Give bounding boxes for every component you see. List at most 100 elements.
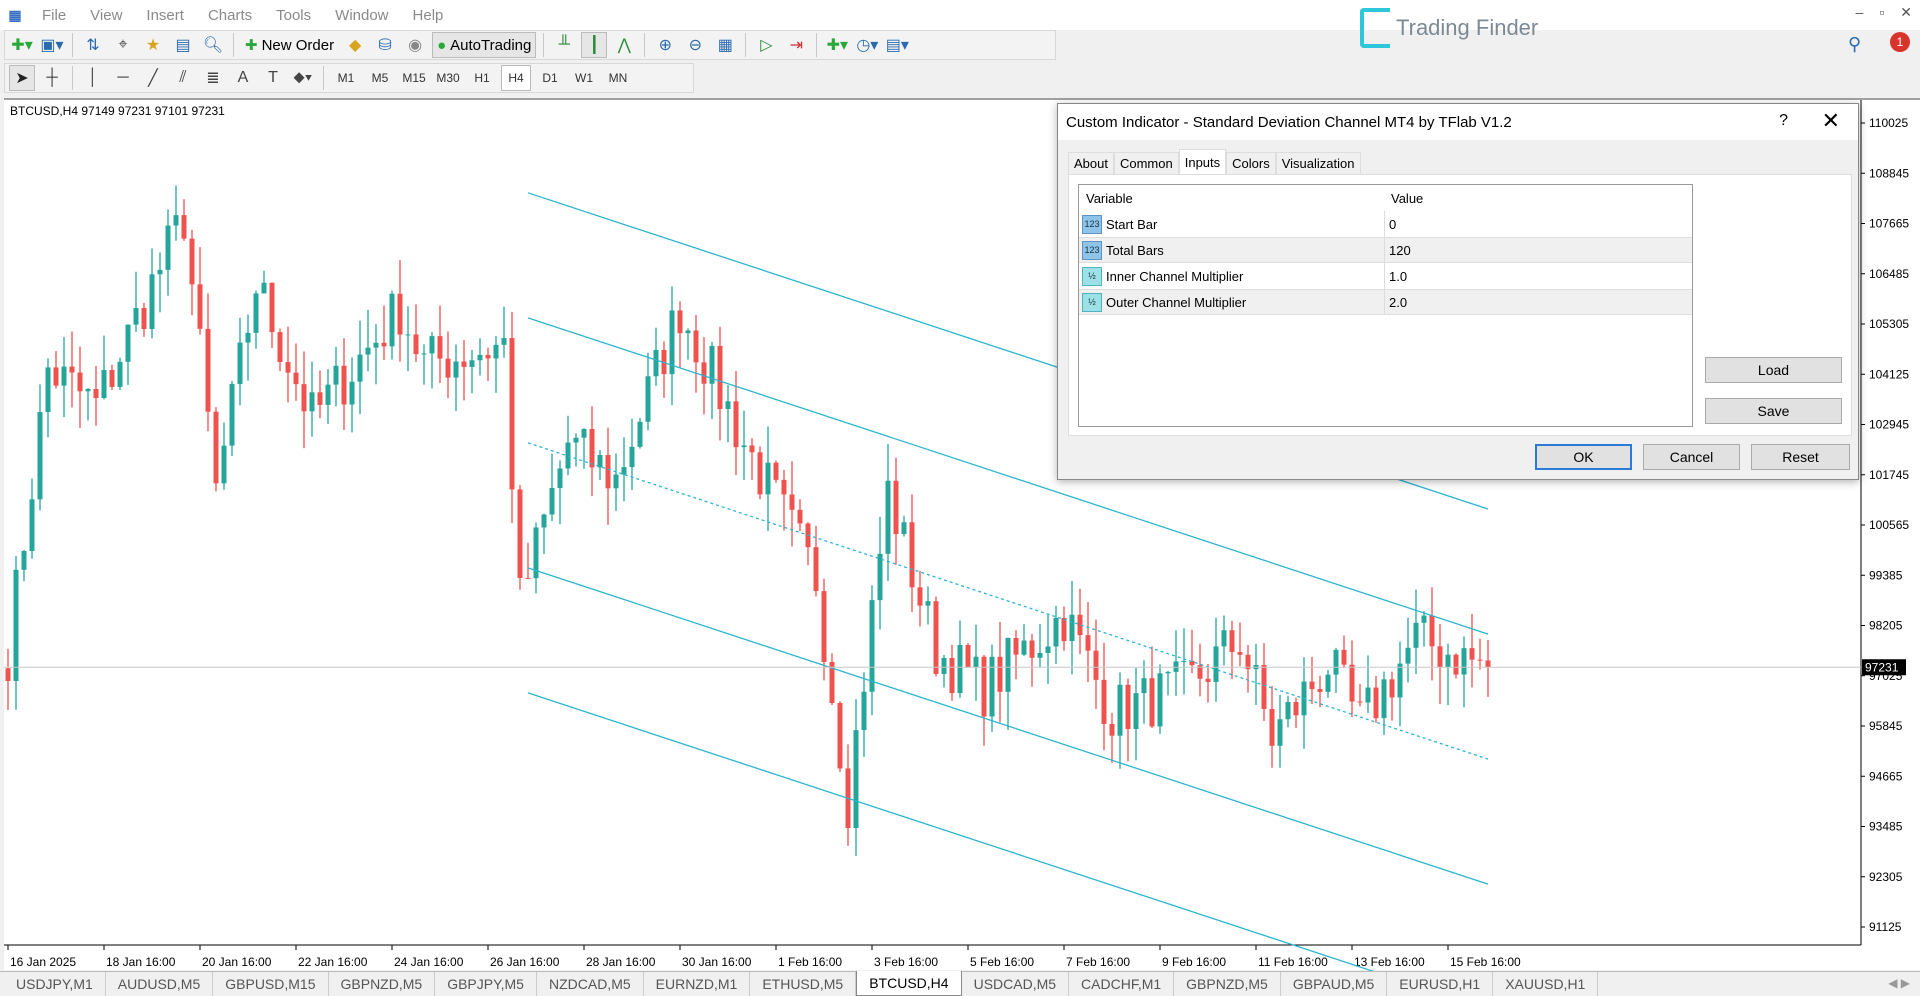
timeframe-m5[interactable]: M5	[365, 65, 395, 91]
timeframe-m30[interactable]: M30	[433, 65, 463, 91]
candle-body	[1486, 660, 1491, 667]
menu-tools[interactable]: Tools	[264, 7, 323, 24]
fibonacci-icon[interactable]: ≣	[200, 65, 226, 91]
reset-button[interactable]: Reset	[1751, 444, 1850, 470]
parameter-row[interactable]: 123Total Bars120	[1079, 237, 1692, 263]
tab-visualization[interactable]: Visualization	[1276, 152, 1361, 174]
equidistant-channel-icon[interactable]: ⫽	[170, 65, 196, 91]
candle-body	[982, 657, 987, 717]
data-window-icon[interactable]: ⌖	[110, 32, 136, 58]
profiles-icon[interactable]: ▣▾	[39, 32, 65, 58]
symbol-tab[interactable]: GBPNZD,M5	[1174, 972, 1281, 996]
candle-body	[1310, 682, 1315, 690]
symbol-tab[interactable]: EURNZD,M1	[644, 972, 751, 996]
candle-body	[1030, 641, 1035, 658]
timeframe-d1[interactable]: D1	[535, 65, 565, 91]
parameter-row[interactable]: ½Inner Channel Multiplier1.0	[1079, 263, 1692, 289]
parameter-value[interactable]: 0	[1385, 217, 1396, 232]
market-watch-icon[interactable]: ⇅	[80, 32, 106, 58]
menu-charts[interactable]: Charts	[196, 7, 264, 24]
close-button[interactable]: ✕	[1822, 108, 1840, 134]
ok-button[interactable]: OK	[1535, 444, 1632, 470]
parameter-row[interactable]: 123Start Bar0	[1079, 211, 1692, 237]
symbol-tab[interactable]: NZDCAD,M5	[537, 972, 644, 996]
navigator-icon[interactable]: ★	[140, 32, 166, 58]
timeframe-w1[interactable]: W1	[569, 65, 599, 91]
candle-body	[974, 657, 979, 668]
candlestick-icon[interactable]: ┃	[581, 32, 607, 58]
symbol-tab[interactable]: USDJPY,M1	[4, 972, 106, 996]
help-button[interactable]: ?	[1779, 112, 1788, 130]
arrows-icon[interactable]: ⬥▾	[290, 65, 316, 91]
bar-chart-icon[interactable]: ╨	[551, 32, 577, 58]
notification-badge[interactable]: 1	[1890, 32, 1910, 52]
tab-common[interactable]: Common	[1114, 152, 1179, 174]
menu-window[interactable]: Window	[323, 7, 400, 24]
community-icon[interactable]: ⛁	[372, 32, 398, 58]
symbol-tab[interactable]: CADCHF,M1	[1069, 972, 1174, 996]
metaeditor-icon[interactable]: ◆	[342, 32, 368, 58]
crosshair-icon[interactable]: ┼	[39, 65, 65, 91]
templates-icon[interactable]: ▤▾	[884, 32, 910, 58]
candle-body	[294, 373, 299, 384]
symbol-tab[interactable]: GBPAUD,M5	[1281, 972, 1387, 996]
timeframe-mn[interactable]: MN	[603, 65, 633, 91]
candle-body	[174, 215, 179, 225]
candle-body	[102, 370, 107, 398]
vertical-line-icon[interactable]: │	[80, 65, 106, 91]
new-chart-icon[interactable]: ✚▾	[9, 32, 35, 58]
timeframe-h4[interactable]: H4	[501, 65, 531, 91]
symbol-tab[interactable]: AUDUSD,M5	[106, 972, 213, 996]
horizontal-line-icon[interactable]: ─	[110, 65, 136, 91]
symbol-tab[interactable]: GBPJPY,M5	[435, 972, 537, 996]
tab-about[interactable]: About	[1068, 152, 1114, 174]
symbol-tab[interactable]: ETHUSD,M5	[750, 972, 856, 996]
terminal-icon[interactable]: ▤	[170, 32, 196, 58]
symbol-tab[interactable]: XAUUSD,H1	[1493, 972, 1598, 996]
text-label-icon[interactable]: T	[260, 65, 286, 91]
timeframe-m15[interactable]: M15	[399, 65, 429, 91]
symbol-tab[interactable]: USDCAD,M5	[962, 972, 1069, 996]
parameter-value[interactable]: 1.0	[1385, 269, 1407, 284]
candle-body	[1222, 630, 1227, 646]
search-icon[interactable]: ⚲	[1848, 34, 1861, 55]
menu-insert[interactable]: Insert	[134, 7, 196, 24]
strategy-tester-icon[interactable]: 🔍︎	[200, 32, 226, 58]
symbol-tab[interactable]: GBPNZD,M5	[329, 972, 436, 996]
load-button[interactable]: Load	[1705, 357, 1842, 383]
auto-scroll-icon[interactable]: ⇥	[783, 32, 809, 58]
tile-windows-icon[interactable]: ▦	[712, 32, 738, 58]
symbol-tab[interactable]: BTCUSD,H4	[856, 971, 961, 996]
tab-inputs[interactable]: Inputs	[1179, 149, 1226, 174]
autotrading-button[interactable]: ●AutoTrading	[432, 32, 536, 58]
parameter-value[interactable]: 2.0	[1385, 295, 1407, 310]
chart-shift-icon[interactable]: ▷	[753, 32, 779, 58]
timeframe-m1[interactable]: M1	[331, 65, 361, 91]
trendline-icon[interactable]: ╱	[140, 65, 166, 91]
zoom-in-icon[interactable]: ⊕	[652, 32, 678, 58]
menu-file[interactable]: File	[30, 7, 78, 24]
minimize-icon[interactable]: –	[1856, 4, 1864, 21]
cancel-button[interactable]: Cancel	[1643, 444, 1740, 470]
cursor-icon[interactable]: ➤	[9, 65, 35, 91]
save-button[interactable]: Save	[1705, 398, 1842, 424]
new-order-button[interactable]: ✚New Order	[241, 32, 338, 58]
text-icon[interactable]: A	[230, 65, 256, 91]
restore-icon[interactable]: ▫	[1879, 4, 1884, 21]
signals-icon[interactable]: ◉	[402, 32, 428, 58]
timeframe-h1[interactable]: H1	[467, 65, 497, 91]
line-chart-icon[interactable]: ⋀	[611, 32, 637, 58]
symbol-tab[interactable]: EURUSD,H1	[1387, 972, 1493, 996]
menu-help[interactable]: Help	[401, 7, 456, 24]
candle-body	[558, 468, 563, 488]
indicators-icon[interactable]: ✚▾	[824, 32, 850, 58]
parameter-value[interactable]: 120	[1385, 243, 1411, 258]
parameter-row[interactable]: ½Outer Channel Multiplier2.0	[1079, 289, 1692, 315]
symbol-tab[interactable]: GBPUSD,M15	[213, 972, 328, 996]
tab-colors[interactable]: Colors	[1226, 152, 1276, 174]
tab-scroll-arrows[interactable]: ◀ ▶	[1888, 976, 1910, 990]
periods-icon[interactable]: ◷▾	[854, 32, 880, 58]
menu-view[interactable]: View	[78, 7, 134, 24]
close-icon[interactable]: ✕	[1900, 4, 1912, 21]
zoom-out-icon[interactable]: ⊖	[682, 32, 708, 58]
